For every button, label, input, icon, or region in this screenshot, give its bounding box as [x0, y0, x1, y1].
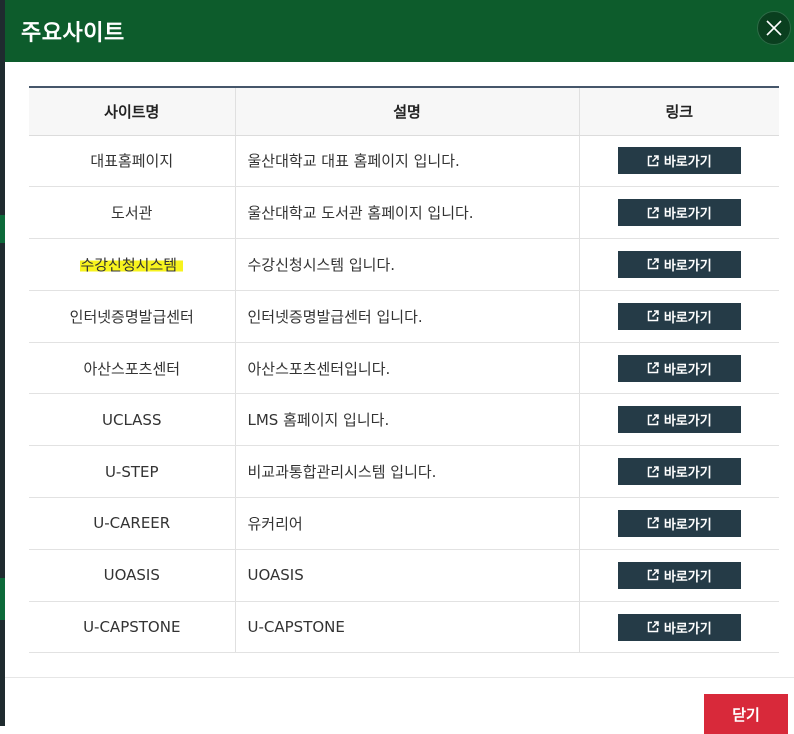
site-description: 인터넷증명발급센터 입니다.: [234, 290, 579, 343]
column-header-site-name: 사이트명: [29, 87, 235, 136]
site-description: 수강신청시스템 입니다.: [234, 238, 579, 291]
site-name-cell: U-CAREER: [29, 497, 235, 550]
footer-divider: [5, 677, 794, 678]
go-to-site-button[interactable]: 바로가기: [617, 458, 741, 486]
site-description: 아산스포츠센터입니다.: [234, 342, 579, 395]
site-link-cell: 바로가기: [578, 186, 779, 240]
table-row: 아산스포츠센터 아산스포츠센터입니다. 바로가기: [29, 342, 779, 395]
close-icon: [766, 20, 782, 36]
go-to-site-button[interactable]: 바로가기: [617, 613, 741, 641]
site-name-cell: 대표홈페이지: [29, 135, 235, 188]
go-to-site-label: 바로가기: [663, 207, 712, 223]
site-name: U-CAPSTONE: [83, 618, 181, 637]
go-to-site-button[interactable]: 바로가기: [617, 147, 741, 175]
go-to-site-label: 바로가기: [663, 621, 712, 637]
column-header-link: 링크: [578, 87, 779, 136]
table-row: 대표홈페이지 울산대학교 대표 홈페이지 입니다. 바로가기: [29, 135, 779, 188]
site-description: 울산대학교 대표 홈페이지 입니다.: [234, 135, 579, 188]
table-row: UCLASS LMS 홈페이지 입니다. 바로가기: [29, 393, 779, 447]
site-name-cell: 인터넷증명발급센터: [29, 290, 235, 343]
external-link-icon: [647, 569, 659, 581]
site-link-cell: 바로가기: [578, 290, 779, 343]
go-to-site-button[interactable]: 바로가기: [617, 354, 741, 382]
site-link-cell: 바로가기: [578, 135, 779, 188]
go-to-site-label: 바로가기: [663, 310, 712, 326]
external-link-icon: [647, 517, 659, 529]
site-link-cell: 바로가기: [578, 549, 779, 602]
table-header-row: 사이트명 설명 링크: [29, 87, 779, 136]
site-description: 유커리어: [234, 497, 579, 550]
site-name-cell: U-CAPSTONE: [29, 601, 235, 654]
table-row: 인터넷증명발급센터 인터넷증명발급센터 입니다. 바로가기: [29, 290, 779, 343]
table-row: U-CAPSTONE U-CAPSTONE 바로가기: [29, 601, 779, 654]
go-to-site-button[interactable]: 바로가기: [617, 199, 741, 227]
table-row: U-CAREER 유커리어 바로가기: [29, 497, 779, 550]
site-name-cell: UCLASS: [29, 393, 235, 447]
go-to-site-label: 바로가기: [663, 155, 712, 171]
external-link-icon: [647, 206, 659, 218]
external-link-icon: [647, 362, 659, 374]
table-row: U-STEP 비교과통합관리시스템 입니다. 바로가기: [29, 445, 779, 499]
go-to-site-label: 바로가기: [663, 466, 712, 482]
site-link-cell: 바로가기: [578, 601, 779, 654]
site-link-cell: 바로가기: [578, 238, 779, 291]
site-name-cell: UOASIS: [29, 549, 235, 602]
site-description: LMS 홈페이지 입니다.: [234, 393, 579, 447]
site-name: 아산스포츠센터: [83, 359, 181, 378]
site-link-cell: 바로가기: [578, 342, 779, 395]
site-description: 울산대학교 도서관 홈페이지 입니다.: [234, 186, 579, 240]
site-name: 대표홈페이지: [90, 152, 174, 171]
major-sites-modal: 주요사이트 사이트명 설명 링크 대표홈페이지 울산대학교 대표 홈페이지 입니…: [5, 0, 794, 734]
site-link-cell: 바로가기: [578, 393, 779, 447]
site-name-cell: 아산스포츠센터: [29, 342, 235, 395]
site-name: U-STEP: [104, 462, 159, 481]
sites-table-container: 사이트명 설명 링크 대표홈페이지 울산대학교 대표 홈페이지 입니다. 바로가기 도…: [29, 86, 779, 654]
site-description: UOASIS: [234, 549, 579, 602]
close-button[interactable]: 닫기: [704, 694, 788, 734]
external-link-icon: [647, 465, 659, 477]
modal-header: 주요사이트: [5, 0, 794, 62]
site-name-cell: 도서관: [29, 186, 235, 240]
go-to-site-button[interactable]: 바로가기: [617, 302, 741, 330]
site-link-cell: 바로가기: [578, 497, 779, 550]
go-to-site-label: 바로가기: [663, 569, 712, 585]
external-link-icon: [647, 155, 659, 167]
go-to-site-label: 바로가기: [663, 517, 712, 533]
site-description: U-CAPSTONE: [234, 601, 579, 654]
site-description: 비교과통합관리시스템 입니다.: [234, 445, 579, 499]
site-name: 도서관: [111, 204, 153, 223]
go-to-site-label: 바로가기: [663, 414, 712, 430]
modal-title: 주요사이트: [21, 21, 125, 46]
go-to-site-button[interactable]: 바로가기: [617, 509, 741, 537]
table-row: 수강신청시스템 수강신청시스템 입니다. 바로가기: [29, 238, 779, 291]
site-name: UOASIS: [103, 566, 160, 585]
go-to-site-button[interactable]: 바로가기: [617, 250, 741, 278]
site-name-cell: 수강신청시스템: [29, 238, 235, 291]
site-name: U-CAREER: [93, 514, 171, 533]
go-to-site-button[interactable]: 바로가기: [617, 561, 741, 589]
go-to-site-label: 바로가기: [663, 362, 712, 378]
site-name: UCLASS: [102, 410, 162, 429]
external-link-icon: [647, 310, 659, 322]
column-header-description: 설명: [234, 87, 579, 136]
sites-table: 사이트명 설명 링크 대표홈페이지 울산대학교 대표 홈페이지 입니다. 바로가기 도…: [29, 86, 779, 654]
modal-close-button[interactable]: [757, 11, 791, 45]
table-row: 도서관 울산대학교 도서관 홈페이지 입니다. 바로가기: [29, 186, 779, 240]
go-to-site-button[interactable]: 바로가기: [617, 406, 741, 434]
site-name-cell: U-STEP: [29, 445, 235, 499]
external-link-icon: [647, 258, 659, 270]
external-link-icon: [647, 414, 659, 426]
external-link-icon: [647, 621, 659, 633]
table-row: UOASIS UOASIS 바로가기: [29, 549, 779, 602]
site-link-cell: 바로가기: [578, 445, 779, 499]
go-to-site-label: 바로가기: [663, 258, 712, 274]
site-name: 수강신청시스템: [80, 255, 184, 274]
site-name: 인터넷증명발급센터: [69, 307, 194, 326]
